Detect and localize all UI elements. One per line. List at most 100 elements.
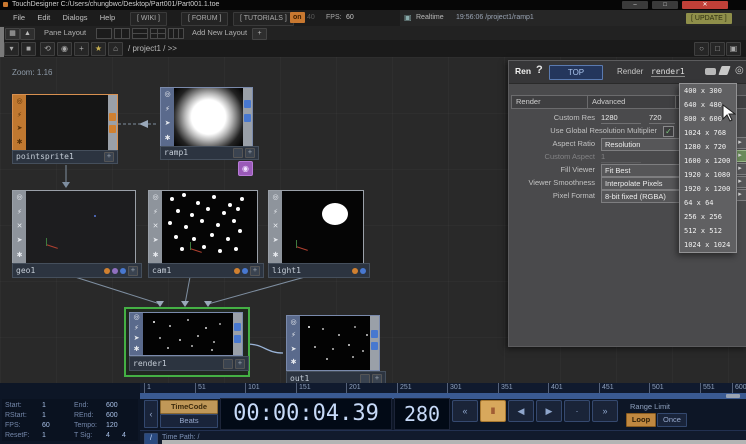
bypass-flag-icon[interactable]: ➤ [165, 120, 171, 128]
output-connector[interactable] [234, 335, 241, 343]
menu-item-resolution[interactable]: 1920 x 1200 [680, 182, 736, 196]
add-layout-button[interactable]: + [252, 28, 267, 40]
bypass-flag-icon[interactable]: ➤ [17, 125, 23, 133]
menu-file[interactable]: File [8, 10, 30, 26]
tab-render[interactable]: Render [511, 95, 591, 109]
expand-plus[interactable]: + [104, 152, 114, 162]
output-connector[interactable] [234, 323, 241, 331]
title-bar[interactable]: TouchDesigner C:/Users/chungbwc/Desktop/… [0, 0, 746, 10]
render-flag-icon[interactable]: ⚡ [17, 112, 22, 120]
home-icon[interactable]: ⌂ [108, 42, 123, 56]
color-dot-orange[interactable] [234, 268, 240, 274]
lock-flag-icon[interactable]: ✱ [17, 252, 23, 260]
node-flags[interactable]: ◎ ⚡ ✕ ➤ ✱ [13, 191, 26, 263]
menu-item-resolution[interactable]: 256 x 256 [680, 210, 736, 224]
play-reverse-button[interactable]: ◀ [508, 400, 534, 422]
node-outputs[interactable] [370, 316, 379, 370]
time-path-slash-button[interactable]: / [144, 433, 158, 444]
menu-item-resolution[interactable]: 1600 x 1200 [680, 154, 736, 168]
gear-icon[interactable]: ◎ [735, 65, 744, 76]
output-connector[interactable] [371, 342, 378, 350]
bypass-flag-icon[interactable]: ➤ [273, 237, 279, 245]
expand-plus[interactable]: + [245, 148, 255, 158]
export-badge[interactable]: ◉ [238, 161, 253, 176]
pane-circle-icon[interactable]: ○ [694, 42, 709, 56]
lock-flag-icon[interactable]: ✱ [291, 359, 297, 367]
menu-item-resolution[interactable]: 64 x 64 [680, 196, 736, 210]
forum-link[interactable]: [ FORUM ] [181, 12, 228, 26]
wiki-link[interactable]: [ WIKI ] [130, 12, 167, 26]
info-value[interactable]: 4 [122, 431, 126, 441]
bypass-flag-icon[interactable]: ➤ [17, 237, 23, 245]
update-button[interactable]: [ UPDATE ] [686, 13, 732, 24]
menu-edit[interactable]: Edit [32, 10, 55, 26]
node-outputs[interactable] [243, 88, 252, 146]
lock-flag-icon[interactable]: ✱ [273, 252, 279, 260]
expand-plus[interactable]: + [128, 266, 138, 276]
render-flag-icon[interactable]: ⚡ [165, 106, 170, 114]
node-flags[interactable]: ◎ ⚡ ➤ ✱ [13, 95, 26, 150]
pane-up-icon[interactable]: ▲ [20, 28, 35, 40]
delete-flag-icon[interactable]: ✕ [153, 223, 159, 231]
beats-mode-button[interactable]: Beats [160, 414, 218, 428]
minimize-button[interactable]: – [622, 1, 648, 9]
jump-start-button[interactable]: « [452, 400, 478, 422]
menu-item-resolution[interactable]: 1920 x 1080 [680, 168, 736, 182]
display-flag-icon[interactable]: ◎ [152, 194, 158, 202]
target-icon[interactable]: ◉ [57, 42, 72, 56]
output-connector[interactable] [371, 330, 378, 338]
pane-person-icon[interactable]: ▣ [726, 42, 741, 56]
maximize-button[interactable]: □ [652, 1, 678, 9]
color-dot-blue[interactable] [242, 268, 248, 274]
lock-flag-icon[interactable]: ✱ [17, 139, 23, 147]
info-value[interactable]: 600 [106, 401, 118, 411]
output-connector[interactable] [244, 100, 251, 108]
color-dot-purple[interactable] [112, 268, 118, 274]
pane-rect-icon[interactable]: □ [710, 42, 725, 56]
node-flags[interactable]: ◎ ⚡ ➤ ✱ [287, 316, 300, 370]
jump-end-button[interactable]: » [592, 400, 618, 422]
language-icon[interactable] [718, 66, 730, 75]
node-name-bar[interactable]: ramp1 + [160, 146, 259, 160]
node-viewer[interactable] [26, 191, 135, 263]
comment-icon[interactable] [705, 68, 716, 75]
node-name-bar[interactable]: render1 + [129, 356, 249, 371]
node-name-bar[interactable]: light1 [268, 263, 370, 278]
menu-dialogs[interactable]: Dialogs [58, 10, 93, 26]
range-handle[interactable] [726, 394, 740, 398]
render-flag-icon[interactable]: ⚡ [17, 209, 22, 217]
node-name-bar[interactable]: pointsprite1 + [12, 150, 118, 164]
realtime-checkbox-icon[interactable]: ▣ [404, 13, 412, 22]
menu-item-resolution[interactable]: 1024 x 768 [680, 126, 736, 140]
op-name-field[interactable]: render1 [651, 67, 685, 77]
cycle-icon[interactable]: ⟲ [40, 42, 55, 56]
dropdown-caret-icon[interactable]: ▾ [4, 42, 19, 56]
global-res-checkbox[interactable]: ✓ [663, 126, 674, 137]
expand-plus[interactable]: + [235, 359, 245, 369]
node-name-bar[interactable]: geo1 + [12, 263, 142, 278]
on-toggle[interactable]: on [290, 12, 305, 23]
lock-flag-icon[interactable]: ✱ [165, 135, 171, 143]
node-viewer[interactable] [162, 191, 257, 263]
delete-flag-icon[interactable]: ✕ [273, 223, 279, 231]
node-flags[interactable]: ◎ ⚡ ➤ ✱ [130, 313, 143, 355]
node-flags[interactable]: ◎ ⚡ ✕ ➤ ✱ [149, 191, 162, 263]
realtime-label[interactable]: Realtime [416, 14, 444, 21]
family-badge[interactable]: TOP [549, 65, 603, 80]
collapse-box[interactable] [360, 374, 370, 384]
output-connector[interactable] [109, 113, 116, 121]
layout-preset-3[interactable] [132, 28, 148, 39]
info-value[interactable]: 600 [106, 411, 118, 421]
menu-item-resolution[interactable]: 512 x 512 [680, 224, 736, 238]
node-name-bar[interactable]: cam1 + [148, 263, 264, 278]
layout-preset-1[interactable] [96, 28, 112, 39]
once-button[interactable]: Once [657, 413, 687, 427]
node-viewer[interactable] [143, 313, 233, 355]
loop-button[interactable]: Loop [626, 413, 656, 427]
render-flag-icon[interactable]: ⚡ [291, 332, 296, 340]
render-flag-icon[interactable]: ⚡ [273, 209, 278, 217]
output-connector[interactable] [244, 114, 251, 122]
color-dot-blue[interactable] [120, 268, 126, 274]
collapse-timeline-button[interactable]: ‹ [144, 400, 158, 428]
parameter-header[interactable]: Ren ? TOP Render render1 ◎ [509, 61, 746, 84]
